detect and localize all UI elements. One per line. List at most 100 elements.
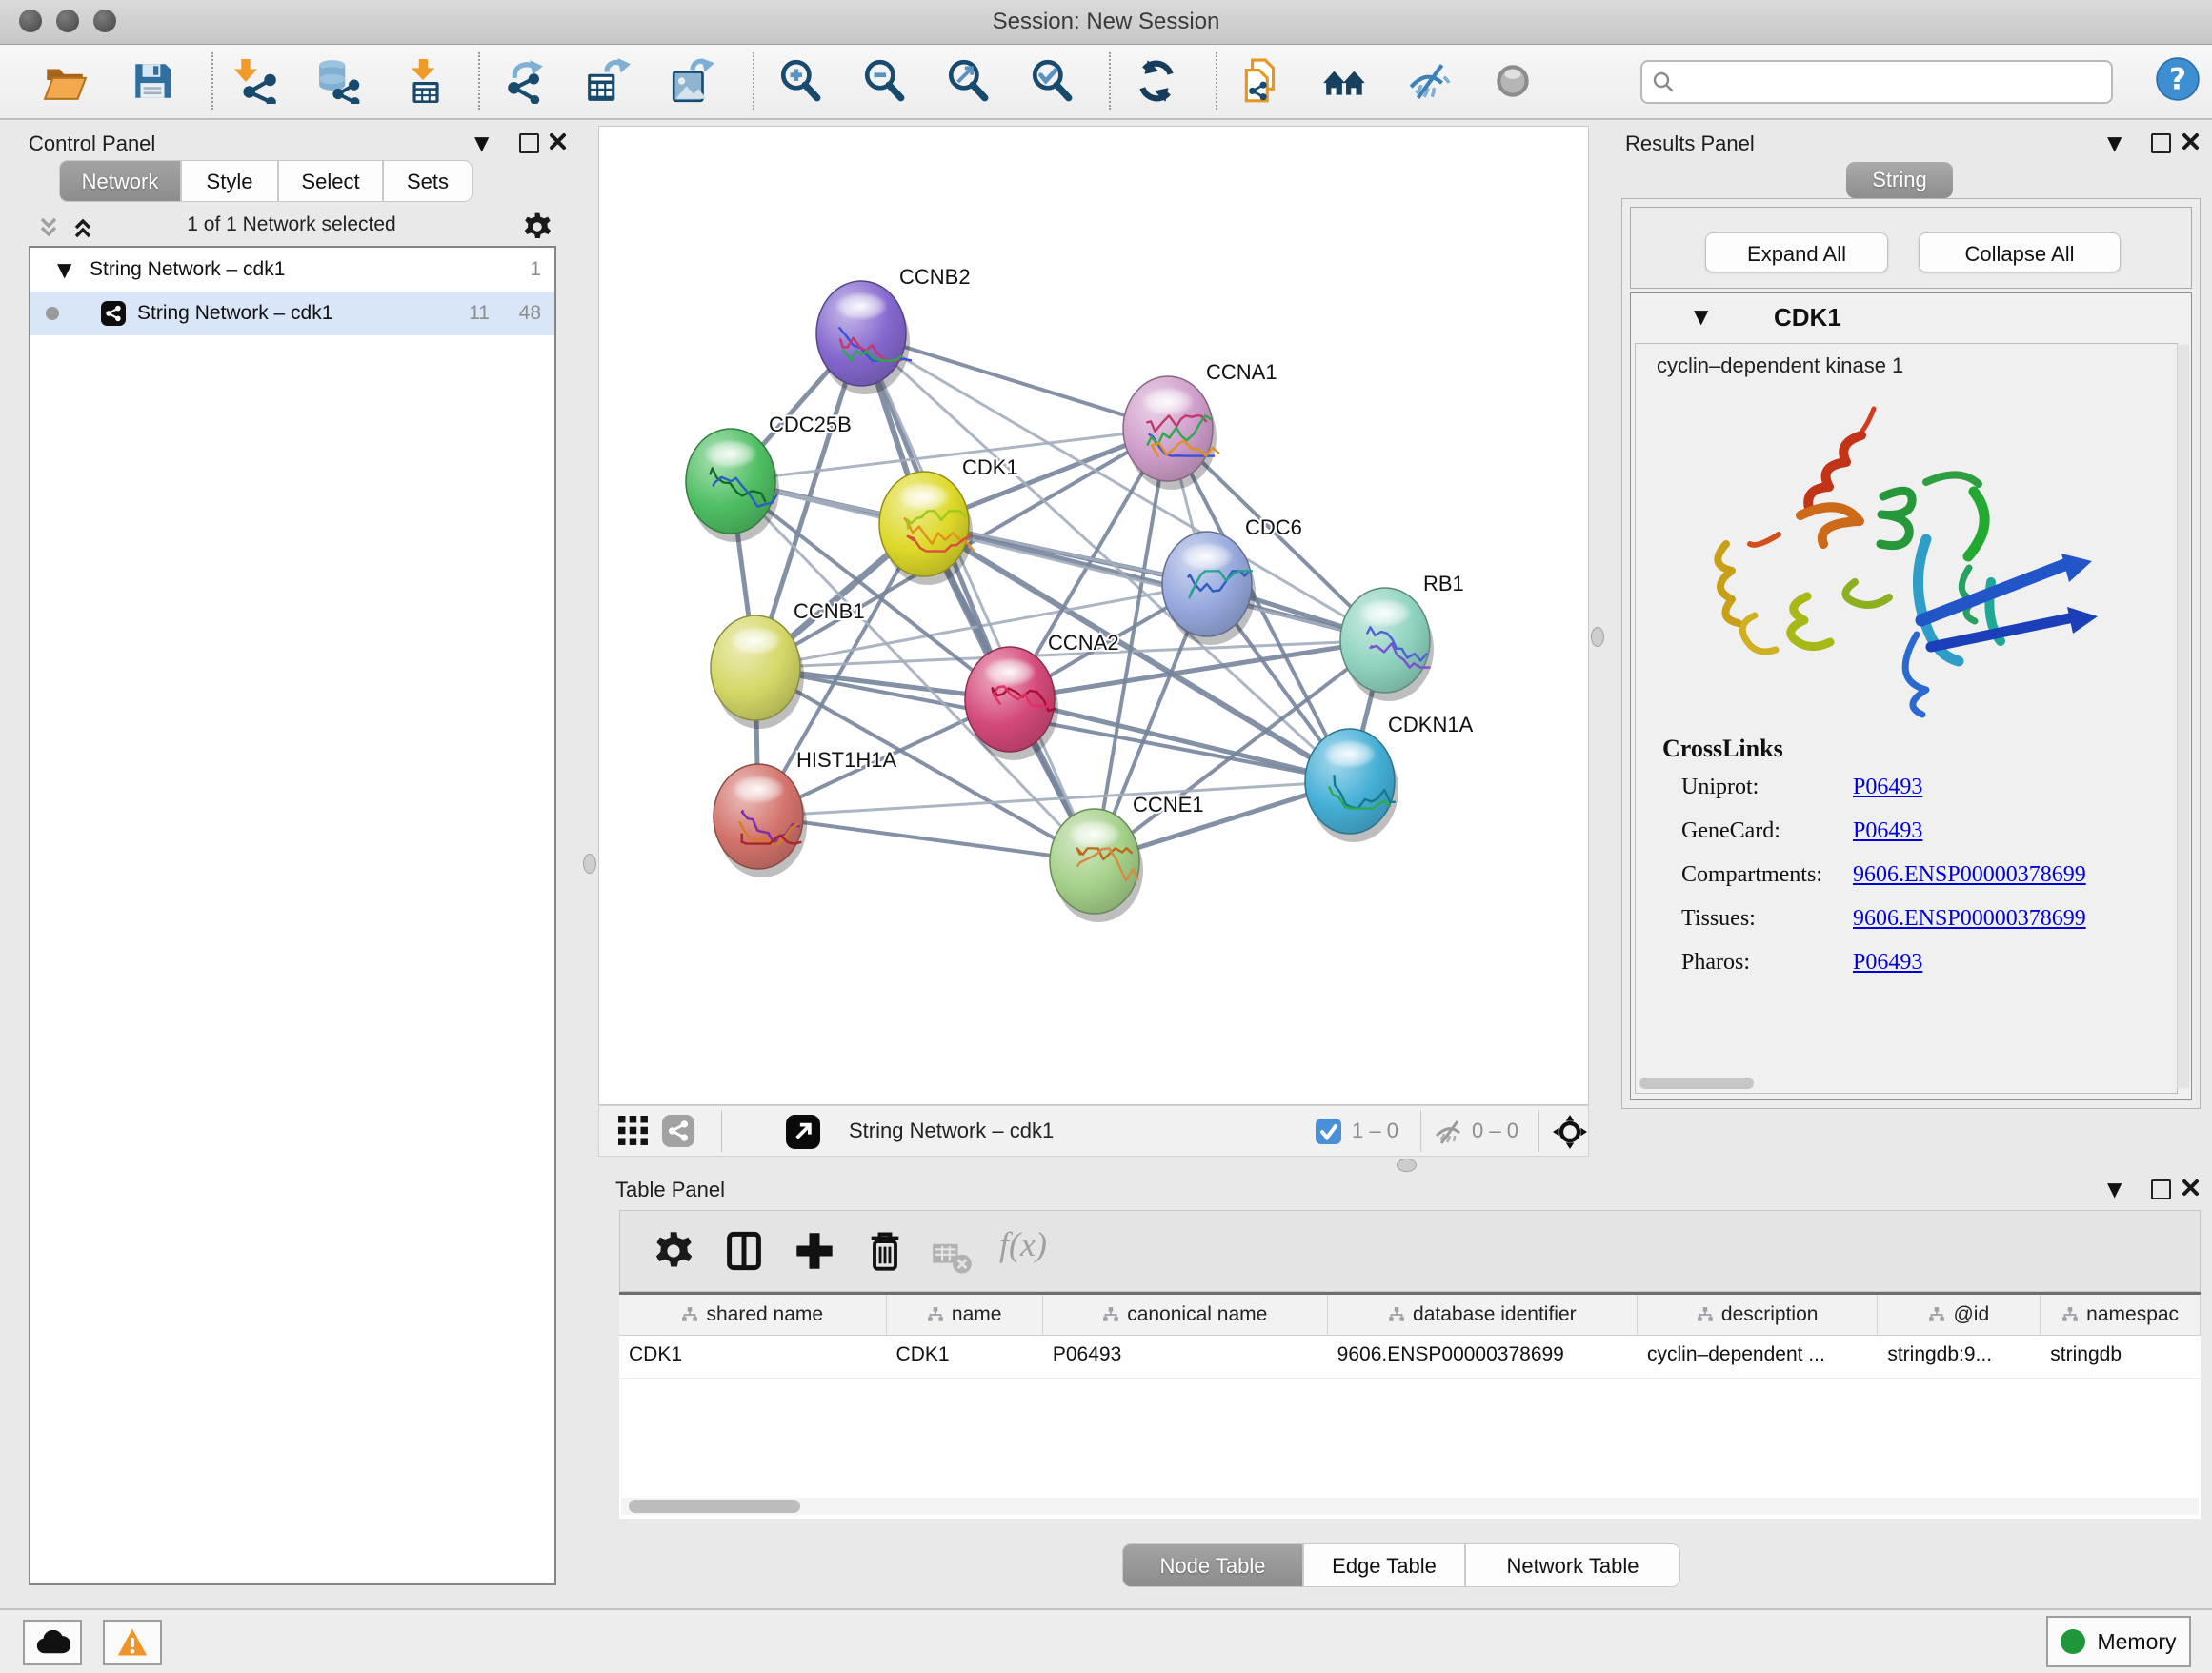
control-panel-menu-icon[interactable]: ▼ (474, 131, 489, 154)
node-CDKN1A[interactable]: CDKN1A (1305, 713, 1474, 842)
column-header-name[interactable]: name (887, 1295, 1043, 1335)
copy-style-icon[interactable] (1238, 58, 1284, 104)
node-result-header[interactable]: ▼ CDK1 (1631, 293, 2191, 343)
node-CDC25B[interactable]: CDC25B (686, 413, 852, 542)
table-hscrollbar[interactable] (621, 1498, 2199, 1515)
edge-CCNE1-HIST1H1A[interactable] (758, 816, 1095, 861)
results-panel-close-icon[interactable] (2182, 132, 2200, 155)
warning-button[interactable] (103, 1620, 162, 1665)
left-splitter-handle[interactable] (583, 854, 596, 874)
column-header-canonical-name[interactable]: canonical name (1043, 1295, 1328, 1335)
collection-expand-icon[interactable]: ▼ (57, 258, 71, 281)
column-header-database-identifier[interactable]: database identifier (1328, 1295, 1638, 1335)
cloud-button[interactable] (23, 1620, 82, 1665)
control-panel-float-icon[interactable] (519, 133, 539, 153)
column-header-namespac[interactable]: namespac (2041, 1295, 2201, 1335)
tab-edge-table[interactable]: Edge Table (1303, 1543, 1465, 1587)
home-panels-icon[interactable] (1322, 58, 1368, 104)
network-options-gear-icon[interactable] (522, 212, 553, 247)
expand-all-button[interactable]: Expand All (1705, 232, 1888, 272)
table-hscrollbar-thumb[interactable] (629, 1500, 800, 1513)
search-input[interactable] (1682, 64, 2105, 98)
memory-status-dot-icon (2061, 1629, 2085, 1654)
crosslink-link[interactable]: 9606.ENSP00000378699 (1853, 906, 2086, 932)
zoom-fit-icon[interactable] (945, 58, 991, 104)
node-table[interactable]: shared namenamecanonical namedatabase id… (619, 1292, 2201, 1519)
hide-eye-icon[interactable] (1406, 58, 1452, 104)
grid-view-icon[interactable] (618, 1116, 649, 1151)
zoom-selected-icon[interactable] (1029, 58, 1075, 104)
export-table-icon[interactable] (585, 58, 631, 104)
hidden-eye-slash-icon[interactable] (1434, 1119, 1464, 1150)
results-panel-float-icon[interactable] (2151, 133, 2171, 153)
network-list: ▼ String Network – cdk1 1 String Network… (29, 246, 556, 1585)
table-panel-menu-icon[interactable]: ▼ (2107, 1178, 2122, 1200)
open-session-icon[interactable] (42, 58, 88, 104)
results-panel-menu-icon[interactable]: ▼ (2107, 131, 2122, 154)
edge-CCNB2-CCNE1[interactable] (861, 333, 1095, 861)
right-splitter-handle[interactable] (1591, 627, 1604, 647)
save-session-icon[interactable] (130, 58, 175, 104)
table-cell[interactable]: stringdb (2041, 1336, 2201, 1378)
tab-node-table[interactable]: Node Table (1122, 1543, 1303, 1587)
collapse-all-button[interactable]: Collapse All (1919, 232, 2121, 272)
network-row-selected[interactable]: String Network – cdk1 11 48 (30, 292, 554, 335)
network-share-icon[interactable] (662, 1115, 694, 1152)
collapse-entry-icon[interactable]: ▼ (1694, 305, 1708, 328)
table-row[interactable]: CDK1CDK1P064939606.ENSP00000378699cyclin… (619, 1336, 2201, 1379)
table-panel-close-icon[interactable] (2182, 1179, 2200, 1201)
birds-eye-icon[interactable] (786, 1115, 820, 1154)
column-header-description[interactable]: description (1638, 1295, 1878, 1335)
entry-hscrollbar-thumb[interactable] (1639, 1078, 1754, 1089)
network-canvas[interactable]: CCNB2CCNA1CDC25BCDK1CDC6RB1CCNB1CCNA2CDK… (598, 126, 1589, 1105)
search-box[interactable] (1640, 60, 2113, 104)
crosslink-link[interactable]: 9606.ENSP00000378699 (1853, 862, 2086, 888)
node-result-body: cyclin–dependent kinase 1 (1635, 343, 2178, 1094)
network-graph[interactable]: CCNB2CCNA1CDC25BCDK1CDC6RB1CCNB1CCNA2CDK… (599, 127, 1588, 1104)
delete-column-icon[interactable] (864, 1230, 906, 1272)
node-CCNB2[interactable]: CCNB2 (816, 265, 971, 394)
export-image-icon[interactable] (669, 58, 714, 104)
tab-select[interactable]: Select (278, 160, 383, 202)
node-RB1[interactable]: RB1 (1340, 572, 1464, 701)
add-column-icon[interactable] (794, 1230, 835, 1272)
zoom-out-icon[interactable] (861, 58, 907, 104)
column-header-@id[interactable]: @id (1878, 1295, 2041, 1335)
node-HIST1H1A[interactable]: HIST1H1A (714, 748, 896, 877)
network-collection-row[interactable]: ▼ String Network – cdk1 1 (30, 248, 554, 292)
tab-style[interactable]: Style (181, 160, 278, 202)
crosslink-link[interactable]: P06493 (1853, 950, 1922, 976)
table-cell[interactable]: stringdb:9... (1878, 1336, 2041, 1378)
crosslink-link[interactable]: P06493 (1853, 818, 1922, 844)
bottom-splitter-handle[interactable] (1397, 1159, 1417, 1172)
selected-checkbox-icon[interactable] (1316, 1119, 1341, 1149)
table-cell[interactable]: 9606.ENSP00000378699 (1328, 1336, 1638, 1378)
table-cell[interactable]: CDK1 (619, 1336, 887, 1378)
refresh-layout-icon[interactable] (1134, 58, 1179, 104)
help-icon[interactable]: ? (2155, 56, 2201, 102)
import-table-icon[interactable] (402, 58, 448, 104)
show-columns-icon[interactable] (723, 1230, 765, 1272)
node-CCNA1[interactable]: CCNA1 (1123, 360, 1277, 490)
table-cell[interactable]: cyclin–dependent ... (1638, 1336, 1878, 1378)
import-network-icon[interactable] (234, 58, 280, 104)
import-database-icon[interactable] (316, 58, 362, 104)
export-network-icon[interactable] (503, 58, 549, 104)
crosshair-icon[interactable] (1552, 1114, 1588, 1155)
zoom-in-icon[interactable] (777, 58, 823, 104)
table-cell[interactable]: CDK1 (887, 1336, 1043, 1378)
table-settings-gear-icon[interactable] (653, 1230, 694, 1272)
table-panel-float-icon[interactable] (2151, 1179, 2171, 1199)
table-cell[interactable]: P06493 (1043, 1336, 1328, 1378)
tab-sets[interactable]: Sets (383, 160, 473, 202)
tab-string[interactable]: String (1846, 162, 1953, 198)
column-header-shared-name[interactable]: shared name (619, 1295, 887, 1335)
tab-network-table[interactable]: Network Table (1465, 1543, 1680, 1587)
show-eye-icon[interactable] (1490, 58, 1536, 104)
string-results-container: Expand All Collapse All ▼ CDK1 cyclin–de… (1621, 198, 2201, 1109)
memory-button[interactable]: Memory (2046, 1616, 2191, 1667)
crosslink-link[interactable]: P06493 (1853, 775, 1922, 800)
tab-network[interactable]: Network (59, 160, 181, 202)
control-panel-close-icon[interactable] (549, 132, 567, 155)
entry-vscrollbar[interactable] (2177, 345, 2189, 1088)
